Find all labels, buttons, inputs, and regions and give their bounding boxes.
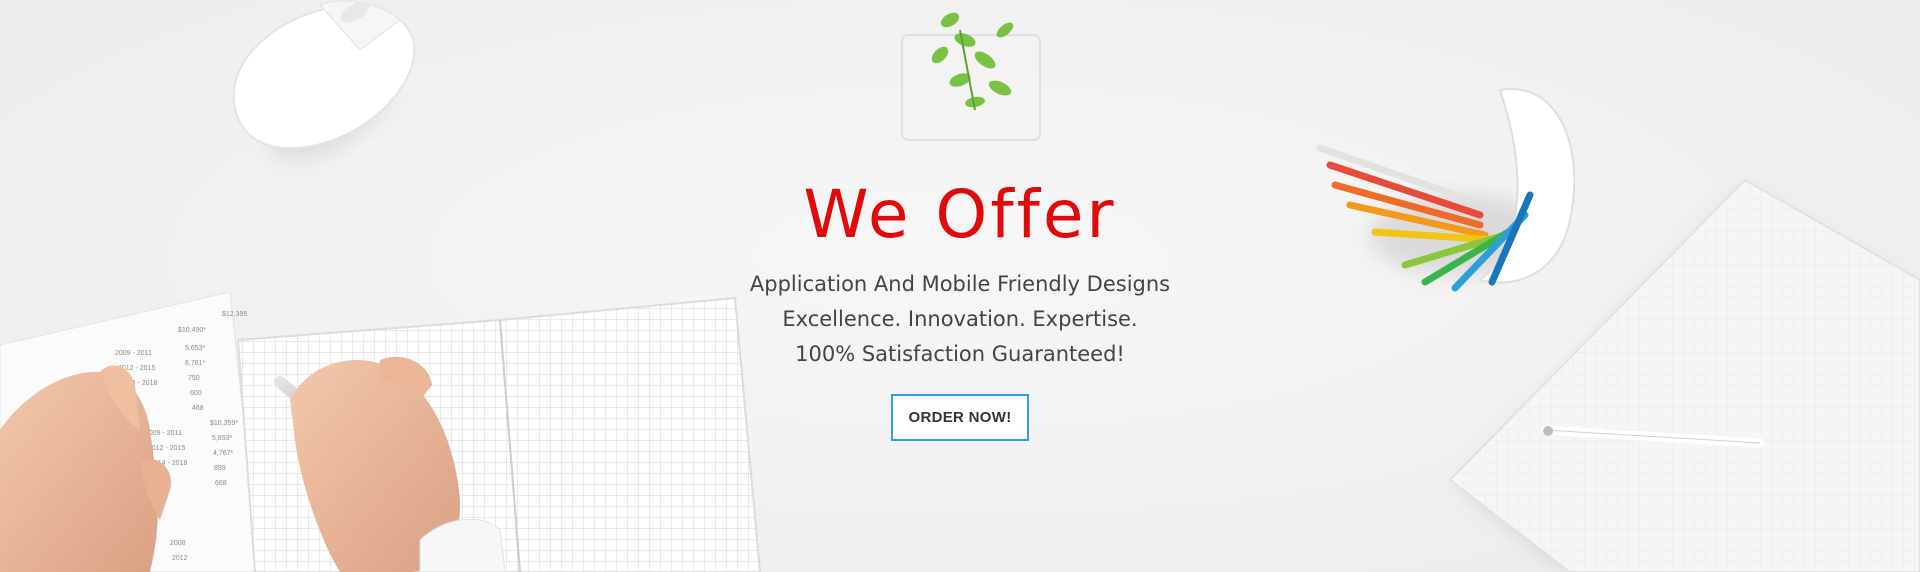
svg-text:668: 668 xyxy=(215,480,227,487)
svg-text:2008: 2008 xyxy=(170,540,186,547)
svg-text:859: 859 xyxy=(214,465,226,472)
tagline-designs: Application And Mobile Friendly Designs xyxy=(749,272,1171,296)
svg-text:2012: 2012 xyxy=(172,555,188,562)
hero-title: We Offer xyxy=(803,176,1117,253)
computer-mouse-icon xyxy=(232,0,416,160)
order-now-button[interactable]: ORDER NOW! xyxy=(891,394,1029,441)
svg-text:2012 - 2015: 2012 - 2015 xyxy=(148,445,185,452)
tagline-excellence: Excellence. Innovation. Expertise. xyxy=(782,307,1138,331)
tagline-satisfaction: 100% Satisfaction Guaranteed! xyxy=(795,342,1125,366)
plant-in-glass-icon xyxy=(901,12,1041,141)
hero-banner: 2009 - 2011 $10,490* $12,395 2012 - 2015… xyxy=(0,0,1920,572)
hero-content: We Offer Application And Mobile Friendly… xyxy=(0,175,1920,441)
svg-text:4,767*: 4,767* xyxy=(213,450,234,457)
